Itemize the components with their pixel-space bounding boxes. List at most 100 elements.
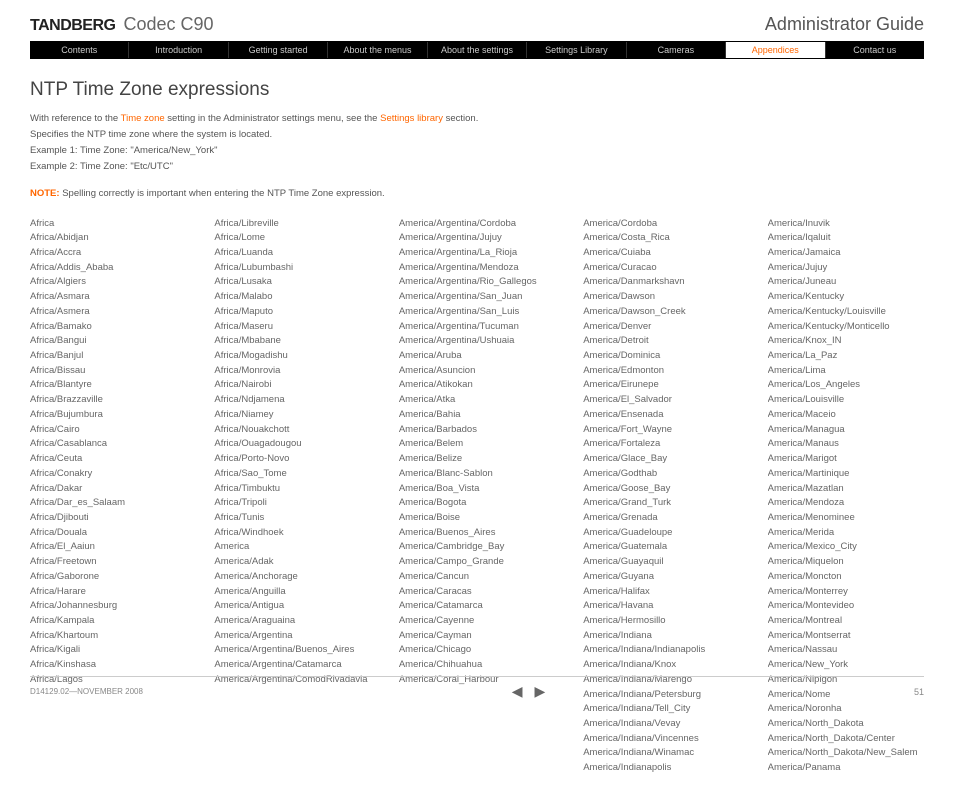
timezone-entry: America/Atka	[399, 393, 555, 408]
timezone-entry: America/Noronha	[768, 702, 924, 717]
nav-item-cameras[interactable]: Cameras	[627, 42, 726, 58]
timezone-entry: America/Argentina/Cordoba	[399, 217, 555, 232]
link-settings-library[interactable]: Settings library	[380, 113, 443, 124]
timezone-entry: America/Indiana/Indianapolis	[583, 643, 739, 658]
timezone-entry: Africa/Monrovia	[214, 364, 370, 379]
timezone-entry: America/Buenos_Aires	[399, 526, 555, 541]
timezone-entry: America/Araguaina	[214, 614, 370, 629]
timezone-entry: America/Edmonton	[583, 364, 739, 379]
timezone-entry: America/Montserrat	[768, 629, 924, 644]
product-model: Codec C90	[123, 14, 213, 35]
timezone-entry: America/Argentina/Catamarca	[214, 658, 370, 673]
timezone-entry: Africa/Ndjamena	[214, 393, 370, 408]
timezone-entry: America/Moncton	[768, 570, 924, 585]
brand-logo: TANDBERG	[30, 17, 115, 35]
timezone-entry: America/Eirunepe	[583, 378, 739, 393]
note-block: NOTE: Spelling correctly is important wh…	[30, 188, 924, 199]
timezone-entry: America/Kentucky/Monticello	[768, 320, 924, 335]
timezone-entry: Africa/Cairo	[30, 423, 186, 438]
timezone-entry: America/Dawson_Creek	[583, 305, 739, 320]
timezone-entry: America/Nassau	[768, 643, 924, 658]
nav-item-introduction[interactable]: Introduction	[129, 42, 228, 58]
timezone-entry: America/Iqaluit	[768, 231, 924, 246]
timezone-entry: Africa/Maseru	[214, 320, 370, 335]
timezone-entry: America/Lima	[768, 364, 924, 379]
timezone-entry: America/Boise	[399, 511, 555, 526]
timezone-entry: America/Argentina/Jujuy	[399, 231, 555, 246]
timezone-entry: America/Halifax	[583, 585, 739, 600]
timezone-entry: America/Fort_Wayne	[583, 423, 739, 438]
timezone-entry: America/Grenada	[583, 511, 739, 526]
timezone-entry: America/Dominica	[583, 349, 739, 364]
timezone-entry: Africa/Johannesburg	[30, 599, 186, 614]
timezone-entry: America/Godthab	[583, 467, 739, 482]
timezone-entry: America/Jujuy	[768, 261, 924, 276]
timezone-entry: Africa/Sao_Tome	[214, 467, 370, 482]
timezone-entry: Africa/El_Aaiun	[30, 540, 186, 555]
timezone-entry: America/Goose_Bay	[583, 482, 739, 497]
example-1: Example 1: Time Zone: "America/New_York"	[30, 145, 218, 156]
timezone-entry: America/Blanc-Sablon	[399, 467, 555, 482]
nav-item-getting-started[interactable]: Getting started	[229, 42, 328, 58]
timezone-entry: Africa/Luanda	[214, 246, 370, 261]
navbar: ContentsIntroductionGetting startedAbout…	[30, 41, 924, 59]
timezone-entry: America/Adak	[214, 555, 370, 570]
timezone-entry: America/Cordoba	[583, 217, 739, 232]
nav-item-contact-us[interactable]: Contact us	[826, 42, 924, 58]
timezone-entry: America/Mendoza	[768, 496, 924, 511]
timezone-entry: America/Kentucky	[768, 290, 924, 305]
timezone-entry: Africa/Windhoek	[214, 526, 370, 541]
timezone-entry: America/Miquelon	[768, 555, 924, 570]
timezone-entry: Africa/Gaborone	[30, 570, 186, 585]
timezone-entry: America/Curacao	[583, 261, 739, 276]
timezone-entry: America/Guyana	[583, 570, 739, 585]
timezone-entry: America/Barbados	[399, 423, 555, 438]
link-timezone[interactable]: Time zone	[121, 113, 165, 124]
timezone-entry: America/Costa_Rica	[583, 231, 739, 246]
timezone-entry: America/Detroit	[583, 334, 739, 349]
prev-page-icon[interactable]: ◀	[512, 683, 523, 700]
timezone-entry: Africa/Douala	[30, 526, 186, 541]
timezone-entry: Africa/Banjul	[30, 349, 186, 364]
header: TANDBERG Codec C90 Administrator Guide	[0, 0, 954, 41]
timezone-entry: America/North_Dakota/New_Salem	[768, 746, 924, 761]
nav-item-about-the-settings[interactable]: About the settings	[428, 42, 527, 58]
timezone-entry: Africa/Malabo	[214, 290, 370, 305]
timezone-entry: Africa/Bujumbura	[30, 408, 186, 423]
timezone-entry: America/Indiana/Vevay	[583, 717, 739, 732]
nav-item-settings-library[interactable]: Settings Library	[527, 42, 626, 58]
brand-block: TANDBERG Codec C90	[30, 14, 214, 35]
timezone-entry: Africa/Lubumbashi	[214, 261, 370, 276]
timezone-entry: America/Indiana/Tell_City	[583, 702, 739, 717]
next-page-icon[interactable]: ▶	[534, 683, 545, 700]
nav-item-contents[interactable]: Contents	[30, 42, 129, 58]
timezone-entry: America/Ensenada	[583, 408, 739, 423]
page-title: NTP Time Zone expressions	[30, 79, 924, 101]
timezone-entry: America/Panama	[768, 761, 924, 776]
timezone-entry: America/Indiana/Winamac	[583, 746, 739, 761]
timezone-entry: America/Manaus	[768, 437, 924, 452]
timezone-entry: America/Managua	[768, 423, 924, 438]
timezone-entry: America/Martinique	[768, 467, 924, 482]
timezone-entry: America/Aruba	[399, 349, 555, 364]
timezone-entry: Africa/Freetown	[30, 555, 186, 570]
nav-item-appendices[interactable]: Appendices	[726, 42, 825, 58]
timezone-entry: Africa/Lome	[214, 231, 370, 246]
timezone-entry: Africa/Bangui	[30, 334, 186, 349]
timezone-entry: America/Kentucky/Louisville	[768, 305, 924, 320]
timezone-entry: America/Knox_IN	[768, 334, 924, 349]
timezone-entry: America/North_Dakota/Center	[768, 732, 924, 747]
timezone-entry: Africa/Kampala	[30, 614, 186, 629]
intro-text: With reference to the Time zone setting …	[30, 111, 924, 176]
timezone-entry: Africa/Tunis	[214, 511, 370, 526]
timezone-entry: America/Montevideo	[768, 599, 924, 614]
nav-item-about-the-menus[interactable]: About the menus	[328, 42, 427, 58]
timezone-entry: America/Cayman	[399, 629, 555, 644]
timezone-entry: America/Monterrey	[768, 585, 924, 600]
timezone-entry: America/Merida	[768, 526, 924, 541]
timezone-entry: America/Louisville	[768, 393, 924, 408]
timezone-entry: Africa/Niamey	[214, 408, 370, 423]
timezone-entry: America/Argentina/Tucuman	[399, 320, 555, 335]
timezone-entry: America/Guayaquil	[583, 555, 739, 570]
timezone-entry: America/Anguilla	[214, 585, 370, 600]
